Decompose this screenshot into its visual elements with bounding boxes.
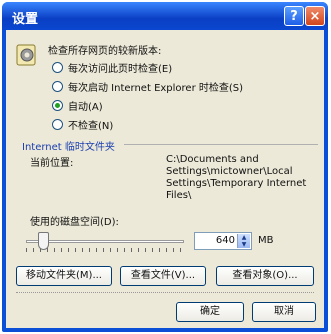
radio-dot[interactable] xyxy=(52,62,63,73)
dialog-body: 检查所存网页的较新版本: 每次访问此页时检查(E) 每次启动 Internet … xyxy=(6,30,324,328)
location-label: 当前位置: xyxy=(30,158,74,169)
disk-space-slider[interactable] xyxy=(26,230,184,256)
radio-dot-checked[interactable] xyxy=(52,100,63,111)
view-objects-button[interactable]: 查看对象(O)... xyxy=(216,266,314,286)
radio-label: 不检查(N) xyxy=(68,121,114,132)
window-title: 设置 xyxy=(12,12,39,27)
radio-every-start[interactable]: 每次启动 Internet Explorer 时检查(S) xyxy=(52,79,243,94)
ok-button[interactable]: 确定 xyxy=(176,302,244,322)
disk-space-unit: MB xyxy=(258,235,274,246)
disk-space-stepper[interactable]: 640 ▲ ▼ xyxy=(194,232,252,250)
check-version-group: 检查所存网页的较新版本: 每次访问此页时检查(E) 每次启动 Internet … xyxy=(12,38,318,154)
radio-automatic[interactable]: 自动(A) xyxy=(52,98,103,113)
help-button[interactable]: ? xyxy=(284,6,304,26)
cancel-button[interactable]: 取消 xyxy=(252,302,316,322)
move-folder-button[interactable]: 移动文件夹(M)... xyxy=(16,266,112,286)
spin-buttons[interactable]: ▲ ▼ xyxy=(237,234,250,248)
slider-thumb[interactable] xyxy=(38,232,49,250)
temp-folder-title: Internet 临时文件夹 xyxy=(22,142,115,153)
slider-track[interactable] xyxy=(26,240,184,243)
radio-never[interactable]: 不检查(N) xyxy=(52,117,113,132)
arrow-up-icon[interactable]: ▲ xyxy=(238,234,250,241)
divider xyxy=(16,292,314,294)
slider-ticks xyxy=(26,248,184,252)
radio-dot[interactable] xyxy=(52,81,63,92)
radio-label: 每次启动 Internet Explorer 时检查(S) xyxy=(68,83,244,94)
settings-dialog: 设置 ? × 检查所存网页的较新版本: 每次访问此页时检查(E) 每次启动 In… xyxy=(2,2,328,332)
close-button[interactable]: × xyxy=(305,6,325,26)
radio-dot[interactable] xyxy=(52,119,63,130)
view-files-button[interactable]: 查看文件(V)... xyxy=(120,266,206,286)
group-label: 检查所存网页的较新版本: xyxy=(48,46,162,57)
radio-label: 每次访问此页时检查(E) xyxy=(68,64,173,75)
radio-label: 自动(A) xyxy=(68,102,103,113)
disk-space-value[interactable]: 640 xyxy=(216,235,235,246)
location-value: C:\Documents and Settings\mictowner\Loca… xyxy=(166,154,307,201)
section-divider xyxy=(124,144,318,145)
title-bar[interactable]: 设置 ? × xyxy=(2,2,328,30)
arrow-down-icon[interactable]: ▼ xyxy=(238,241,250,248)
gear-icon xyxy=(16,44,36,66)
radio-every-visit[interactable]: 每次访问此页时检查(E) xyxy=(52,60,172,75)
disk-space-label: 使用的磁盘空间(D): xyxy=(30,217,119,228)
